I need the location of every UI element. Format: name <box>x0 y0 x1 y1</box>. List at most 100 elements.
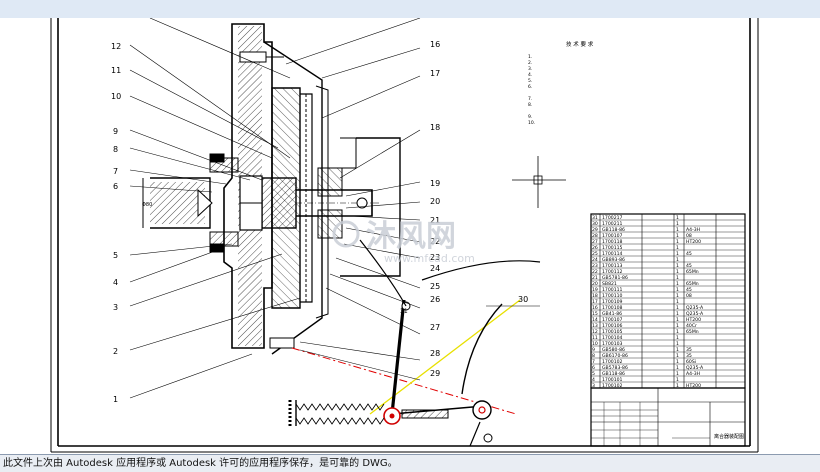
parts-cell-no: 26 <box>592 245 598 251</box>
parts-cell-mat: 35 <box>686 347 692 353</box>
callout-31: 31 <box>400 308 408 315</box>
parts-cell-no: 17 <box>592 299 598 305</box>
parts-cell-qty: 1 <box>676 329 679 335</box>
callout-30: 30 <box>518 295 528 304</box>
parts-cell-code: 1700118 <box>602 239 623 245</box>
parts-cell-code: GB5783-86 <box>602 365 628 371</box>
parts-cell-code: 1700101 <box>602 377 623 383</box>
parts-cell-no: 5 <box>592 371 595 377</box>
parts-cell-code: 1700113 <box>602 263 623 269</box>
parts-cell-qty: 1 <box>676 269 679 275</box>
parts-cell-qty: 1 <box>676 341 679 347</box>
parts-cell-mat: A4-3H <box>686 227 700 233</box>
parts-cell-mat: 45 <box>686 263 692 269</box>
parts-cell-code: SB821 <box>602 281 617 287</box>
parts-cell-mat: 08 <box>686 293 692 299</box>
parts-cell-no: 21 <box>592 275 598 281</box>
note-line-8: 7. <box>528 96 532 102</box>
parts-cell-no: 23 <box>592 263 598 269</box>
callout-10: 10 <box>111 92 121 101</box>
parts-cell-qty: 1 <box>676 305 679 311</box>
parts-cell-no: 24 <box>592 257 598 263</box>
note-line-4: 4. <box>528 72 532 78</box>
parts-cell-no: 15 <box>592 311 598 317</box>
site-watermark: 沐风网 www.mfcad.com <box>332 219 475 265</box>
parts-cell-code: GB118-86 <box>602 227 625 233</box>
drawing-canvas[interactable]: Φ80 12 11 10 9 8 7 6 5 4 3 2 1 16 17 18 … <box>0 18 820 454</box>
parts-cell-code: 1700115 <box>602 245 623 251</box>
callout-29: 29 <box>430 369 440 378</box>
parts-cell-code: 1700107 <box>602 317 623 323</box>
callout-12: 12 <box>111 42 121 51</box>
callout-4: 4 <box>113 278 118 287</box>
parts-cell-no: 8 <box>592 353 595 359</box>
parts-cell-code: 1700114 <box>602 251 623 257</box>
parts-cell-qty: 1 <box>676 335 679 341</box>
technical-notes: 技 术 要 求 1. 2. 3. 4. 5. 6. 7. 8. 9. 10. <box>528 40 594 126</box>
parts-cell-code: 1700102 <box>602 359 623 365</box>
callout-27: 27 <box>430 323 440 332</box>
note-line-9: 8. <box>528 102 532 108</box>
parts-cell-no: 27 <box>592 239 598 245</box>
note-line-5: 5. <box>528 78 532 84</box>
callout-3: 3 <box>113 303 118 312</box>
parts-cell-qty: 1 <box>676 215 679 221</box>
callout-17: 17 <box>430 69 440 78</box>
parts-cell-code: GB41-86 <box>602 311 622 317</box>
parts-cell-mat: 08 <box>686 233 692 239</box>
callout-5: 5 <box>113 251 118 260</box>
parts-cell-qty: 1 <box>676 317 679 323</box>
parts-cell-code: 1700110 <box>602 293 623 299</box>
callout-26: 26 <box>430 295 440 304</box>
command-status-bar: 此文件上次由 Autodesk 应用程序或 Autodesk 许可的应用程序保存… <box>0 454 820 472</box>
parts-cell-mat: 40Cr <box>686 323 697 329</box>
parts-cell-code: 1700108 <box>602 305 623 311</box>
parts-cell-mat: HT200 <box>686 317 701 323</box>
parts-cell-qty: 1 <box>676 227 679 233</box>
parts-cell-no: 4 <box>592 377 595 383</box>
parts-cell-code: 1700104 <box>602 335 623 341</box>
parts-cell-qty: 1 <box>676 233 679 239</box>
notes-title: 技 术 要 求 <box>566 40 594 48</box>
parts-cell-no: 6 <box>592 365 595 371</box>
parts-cell-no: 20 <box>592 281 598 287</box>
parts-list-table: 31 1700217 130 1700211 129 GB118-86 1 A4-3H28 17… <box>590 213 746 389</box>
callout-1: 1 <box>113 395 118 404</box>
parts-cell-qty: 1 <box>676 371 679 377</box>
parts-cell-code: GB580-86 <box>602 347 625 353</box>
parts-cell-qty: 1 <box>676 365 679 371</box>
callout-24: 24 <box>430 264 440 273</box>
parts-cell-code: 1700103 <box>602 341 623 347</box>
parts-cell-code: 1700217 <box>602 215 623 221</box>
parts-cell-mat: 65Mn <box>686 269 699 275</box>
parts-cell-qty: 1 <box>676 347 679 353</box>
parts-cell-mat: 60Si <box>686 359 696 365</box>
parts-cell-mat: 35 <box>686 353 692 359</box>
parts-cell-no: 7 <box>592 359 595 365</box>
parts-cell-no: 19 <box>592 287 598 293</box>
parts-cell-no: 16 <box>592 305 598 311</box>
parts-cell-mat: Q235-A <box>686 365 704 371</box>
note-line-2: 2. <box>528 60 532 66</box>
parts-cell-code: GB5781-86 <box>602 275 628 281</box>
callout-7: 7 <box>113 167 118 176</box>
parts-rows: 31 1700217 130 1700211 129 GB118-86 1 A4-3H28 17… <box>591 215 745 389</box>
parts-cell-qty: 1 <box>676 251 679 257</box>
parts-cell-code: 1700106 <box>602 323 623 329</box>
parts-cell-qty: 1 <box>676 257 679 263</box>
parts-cell-no: 9 <box>592 347 595 353</box>
crosshair-cursor <box>512 156 566 208</box>
parts-cell-mat: 65Mn <box>686 329 699 335</box>
parts-cell-no: 28 <box>592 233 598 239</box>
callout-2: 2 <box>113 347 118 356</box>
callout-6: 6 <box>113 182 118 191</box>
note-line-1: 1. <box>528 54 532 60</box>
parts-cell-mat: Q235-A <box>686 305 704 311</box>
note-line-11: 9. <box>528 114 532 120</box>
callout-20: 20 <box>430 197 440 206</box>
parts-cell-mat: A4-3H <box>686 371 700 377</box>
parts-cell-code: 1700111 <box>602 287 623 293</box>
parts-cell-no: 31 <box>592 215 598 221</box>
parts-cell-qty: 1 <box>676 323 679 329</box>
svg-text:Φ80: Φ80 <box>142 202 152 208</box>
